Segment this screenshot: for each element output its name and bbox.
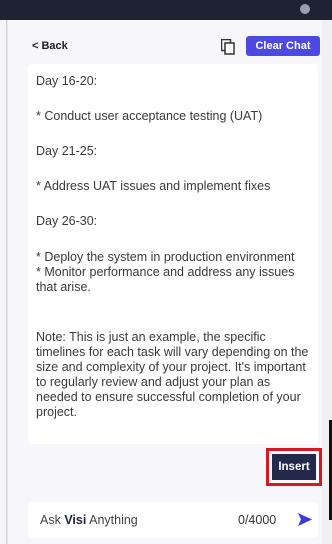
window-dot — [300, 4, 310, 14]
assistant-message: Day 16-20: * Conduct user acceptance tes… — [28, 64, 318, 444]
left-edge — [0, 20, 7, 544]
copy-icon[interactable] — [221, 39, 235, 55]
ask-input[interactable]: Ask Visi Anything 0/4000 — [28, 502, 318, 538]
message-line-2: * Conduct user acceptance testing (UAT) — [36, 109, 263, 123]
clear-chat-button[interactable]: Clear Chat — [246, 36, 320, 56]
input-placeholder: Ask Visi Anything — [40, 513, 138, 527]
message-line-4: * Address UAT issues and implement fixes — [36, 179, 271, 193]
insert-button[interactable]: Insert — [272, 454, 316, 480]
back-link[interactable]: < Back — [32, 40, 68, 52]
message-line-1: Day 16-20: — [36, 74, 98, 88]
top-bar — [0, 0, 332, 20]
char-counter: 0/4000 — [238, 513, 277, 527]
message-line-6: * Deploy the system in production enviro… — [36, 250, 295, 294]
send-icon[interactable] — [298, 513, 312, 526]
chat-header: < Back Clear Chat — [8, 36, 322, 60]
message-note: Note: This is just an example, the speci… — [36, 330, 309, 419]
message-line-5: Day 26-30: — [36, 214, 98, 228]
chat-panel: < Back Clear Chat Day 16-20: * Conduct u… — [8, 20, 322, 544]
right-scroll-area[interactable] — [322, 20, 332, 544]
message-line-3: Day 21-25: — [36, 144, 98, 158]
